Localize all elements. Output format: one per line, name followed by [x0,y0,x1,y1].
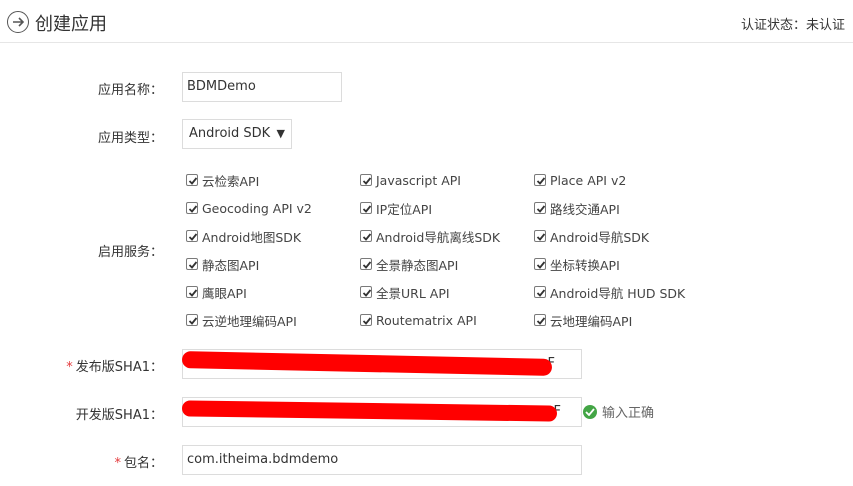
checkbox-checked-icon [186,230,198,242]
checkbox-checked-icon [186,286,198,298]
checkbox-checked-icon [360,174,372,186]
service-checkbox[interactable]: Javascript API [360,172,461,188]
service-checkbox[interactable]: Routematrix API [360,312,477,328]
validation-hint: 输入正确 [583,402,654,421]
dev-sha1-label: 开发版SHA1： [75,408,163,423]
service-checkbox[interactable]: 云逆地理编码API [186,312,297,329]
checkbox-checked-icon [186,258,198,270]
package-label: * 包名： [114,456,163,471]
app-type-value: Android SDK [189,126,271,141]
checkbox-checked-icon [360,314,372,326]
checkbox-checked-icon [360,202,372,214]
service-checkbox[interactable]: IP定位API [360,200,432,217]
service-checkbox[interactable]: Android地图SDK [186,228,301,245]
required-mark: * [114,456,121,471]
chevron-down-icon: ▼ [276,127,285,140]
service-checkbox[interactable]: 路线交通API [534,200,620,217]
service-checkbox[interactable]: 静态图API [186,256,259,273]
app-name-label: 应用名称： [97,83,163,98]
page-title: 创建应用 [35,14,107,35]
service-checkbox[interactable]: 云检索API [186,172,259,189]
app-name-input[interactable]: BDMDemo [182,72,342,102]
certification-status: 认证状态：未认证 [740,18,845,33]
checkbox-checked-icon [360,230,372,242]
service-checkbox[interactable]: Place API v2 [534,172,626,188]
service-checkbox[interactable]: 云地理编码API [534,312,632,329]
service-checkbox[interactable]: Android导航 HUD SDK [534,284,685,301]
checkbox-checked-icon [534,202,546,214]
checkbox-checked-icon [534,286,546,298]
app-type-label: 应用类型： [97,131,163,146]
service-checkbox[interactable]: 全景静态图API [360,256,458,273]
service-checkbox[interactable]: 坐标转换API [534,256,620,273]
page-header: 创建应用 认证状态：未认证 [0,0,853,43]
package-input[interactable]: com.itheima.bdmdemo [182,445,582,475]
checkbox-checked-icon [186,314,198,326]
checkbox-checked-icon [360,258,372,270]
service-checkbox[interactable]: Geocoding API v2 [186,200,312,216]
checkbox-checked-icon [534,258,546,270]
checkbox-checked-icon [360,286,372,298]
services-label: 启用服务： [97,245,163,260]
required-mark: * [66,360,73,375]
checkbox-checked-icon [186,202,198,214]
release-sha1-label: * 发布版SHA1： [66,360,163,375]
checkbox-checked-icon [534,230,546,242]
service-checkbox[interactable]: Android导航SDK [534,228,649,245]
back-arrow-icon[interactable] [7,11,29,33]
app-type-select[interactable]: Android SDK ▼ [182,119,292,149]
checkbox-checked-icon [186,174,198,186]
service-checkbox[interactable]: 鹰眼API [186,284,247,301]
service-checkbox[interactable]: 全景URL API [360,284,450,301]
checkbox-checked-icon [534,174,546,186]
service-checkbox[interactable]: Android导航离线SDK [360,228,500,245]
checkbox-checked-icon [534,314,546,326]
check-circle-icon [583,404,597,419]
